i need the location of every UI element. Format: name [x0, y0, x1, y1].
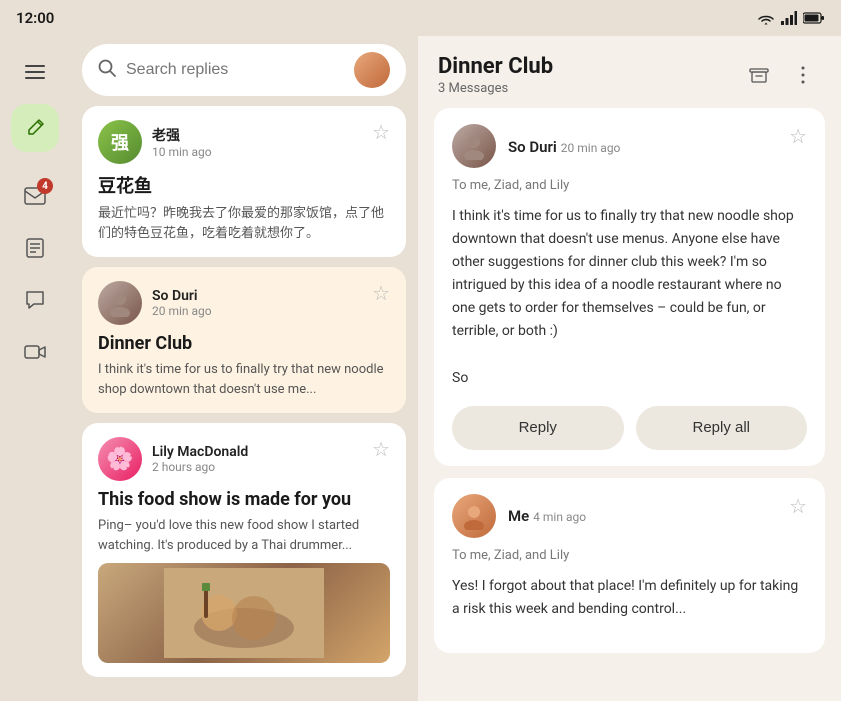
msg-subject: 豆花鱼 [98, 172, 390, 198]
thread-actions [741, 57, 821, 93]
avatar-laoquiang: 强 [98, 120, 142, 164]
msg-preview: I think it's time for us to finally try … [98, 360, 390, 399]
email-sender-row: So Duri 20 min ago [452, 124, 620, 168]
msg-preview: Ping– you'd love this new food show I st… [98, 516, 390, 555]
sender-info: Lily MacDonald 2 hours ago [152, 444, 248, 474]
sender-name: 老强 [152, 125, 212, 145]
battery-icon [803, 12, 825, 24]
sender-name: So Duri [152, 288, 212, 304]
archive-button[interactable] [741, 57, 777, 93]
email-body: Yes! I forgot about that place! I'm defi… [452, 575, 807, 621]
star-button[interactable]: ☆ [372, 120, 390, 145]
email-sender-row: Me 4 min ago [452, 494, 586, 538]
star-button[interactable]: ☆ [372, 281, 390, 306]
email-to: To me, Ziad, and Lily [452, 178, 807, 193]
star-button[interactable]: ☆ [372, 437, 390, 462]
avatar-soduri [98, 281, 142, 325]
sender-row: 🌸 Lily MacDonald 2 hours ago [98, 437, 248, 481]
sender-time: 4 min ago [533, 510, 586, 524]
msg-header: So Duri 20 min ago ☆ [98, 281, 390, 325]
food-image [164, 568, 324, 658]
email-card-me: Me 4 min ago ☆ To me, Ziad, and Lily Yes… [434, 478, 825, 653]
avatar-soduri-large [452, 124, 496, 168]
email-body: I think it's time for us to finally try … [452, 205, 807, 390]
msg-subject: Dinner Club [98, 333, 390, 354]
email-header: So Duri 20 min ago ☆ [452, 124, 807, 168]
sender-name: Lily MacDonald [152, 444, 248, 460]
sender-name: Me [508, 507, 529, 525]
chat-icon-item[interactable] [15, 280, 55, 320]
sender-time: 10 min ago [152, 145, 212, 159]
mail-badge: 4 [37, 178, 53, 194]
video-icon-item[interactable] [15, 332, 55, 372]
right-panel: Dinner Club 3 Messages [418, 36, 841, 701]
msg-preview: 最近忙吗？昨晚我去了你最爱的那家饭馆，点了他们的特色豆花鱼，吃着吃着就想你了。 [98, 204, 390, 243]
reply-all-button[interactable]: Reply all [636, 406, 808, 450]
search-bar [82, 44, 406, 96]
thread-count: 3 Messages [438, 81, 553, 96]
email-sender-info: So Duri 20 min ago [508, 137, 620, 156]
sender-time: 20 min ago [152, 304, 212, 318]
hamburger-menu-icon[interactable] [15, 52, 55, 92]
left-panel: 强 老强 10 min ago ☆ 豆花鱼 最近忙吗？昨晚我去了你最爱的那家饭馆… [70, 36, 418, 701]
sidebar: 4 [0, 36, 70, 701]
msg-header: 强 老强 10 min ago ☆ [98, 120, 390, 164]
sender-info: 老强 10 min ago [152, 125, 212, 159]
notes-icon-item[interactable] [15, 228, 55, 268]
search-input[interactable] [126, 61, 344, 79]
sender-row: So Duri 20 min ago [98, 281, 212, 325]
user-avatar [354, 52, 390, 88]
email-sender-info: Me 4 min ago [508, 506, 586, 525]
sender-info: So Duri 20 min ago [152, 288, 212, 318]
signal-icon [781, 11, 797, 25]
sender-name: So Duri [508, 138, 557, 156]
email-card-soduri: So Duri 20 min ago ☆ To me, Ziad, and Li… [434, 108, 825, 466]
email-to: To me, Ziad, and Lily [452, 548, 807, 563]
status-icons [757, 11, 825, 25]
sender-row: 强 老强 10 min ago [98, 120, 212, 164]
message-card-laoquiang[interactable]: 强 老强 10 min ago ☆ 豆花鱼 最近忙吗？昨晚我去了你最爱的那家饭馆… [82, 106, 406, 257]
compose-button[interactable] [11, 104, 59, 152]
email-header: Me 4 min ago ☆ [452, 494, 807, 538]
search-icon [98, 59, 116, 82]
star-button[interactable]: ☆ [789, 494, 807, 519]
status-bar: 12:00 [0, 0, 841, 36]
main-layout: 4 强 老强 [0, 36, 841, 701]
status-time: 12:00 [16, 9, 54, 27]
sender-time: 2 hours ago [152, 460, 248, 474]
message-card-soduri[interactable]: So Duri 20 min ago ☆ Dinner Club I think… [82, 267, 406, 413]
msg-header: 🌸 Lily MacDonald 2 hours ago ☆ [98, 437, 390, 481]
wifi-icon [757, 11, 775, 25]
email-actions: Reply Reply all [452, 406, 807, 450]
msg-image [98, 563, 390, 663]
avatar-lily: 🌸 [98, 437, 142, 481]
thread-content: So Duri 20 min ago ☆ To me, Ziad, and Li… [418, 108, 841, 701]
thread-header: Dinner Club 3 Messages [418, 36, 841, 108]
avatar-me [452, 494, 496, 538]
more-options-button[interactable] [785, 57, 821, 93]
msg-subject: This food show is made for you [98, 489, 390, 510]
thread-title: Dinner Club [438, 54, 553, 79]
thread-title-block: Dinner Club 3 Messages [438, 54, 553, 96]
star-button[interactable]: ☆ [789, 124, 807, 149]
sender-time: 20 min ago [561, 141, 621, 155]
message-card-lily[interactable]: 🌸 Lily MacDonald 2 hours ago ☆ This food… [82, 423, 406, 677]
mail-icon-item[interactable]: 4 [15, 176, 55, 216]
reply-button[interactable]: Reply [452, 406, 624, 450]
